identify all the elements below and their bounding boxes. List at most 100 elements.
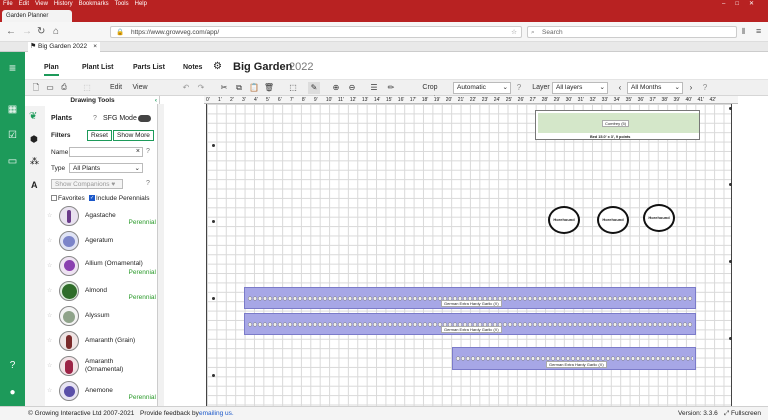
nav-notes[interactable]: Notes (183, 64, 202, 71)
plant-leaf-icon[interactable]: ❦ (29, 111, 37, 122)
plant-list-item[interactable]: ☆ Amaranth (Ornamental) (45, 355, 159, 379)
plant-list-scrollbar[interactable] (157, 104, 164, 406)
companions-help-icon[interactable]: ? (146, 180, 150, 187)
browser-tab[interactable]: Garden Planner (2, 10, 72, 22)
crop-rotation-select[interactable]: Automatic ⌄ (453, 82, 511, 94)
favorite-star-icon[interactable]: ☆ (47, 387, 52, 394)
plan-tab[interactable]: ⚑ Big Garden 2022 × (28, 42, 100, 52)
book-icon[interactable]: ▭ (5, 156, 20, 168)
menu-view[interactable]: View (35, 1, 48, 7)
horehound-plant[interactable]: Horehound (643, 204, 675, 232)
clear-name-icon[interactable]: × (136, 148, 140, 155)
plan-year[interactable]: 2022 (289, 61, 313, 73)
draw-tool-icon[interactable]: ✎ (308, 82, 320, 94)
cut-icon[interactable]: ✂ (218, 82, 230, 94)
horehound-plant[interactable]: Horehound (548, 206, 580, 234)
list-check-icon[interactable]: ☑ (5, 130, 20, 142)
prev-month-icon[interactable]: ‹ (615, 82, 625, 94)
feedback-email-link[interactable]: emailing us. (199, 407, 234, 420)
include-perennials-checkbox[interactable]: ✓ (89, 195, 95, 201)
maximize-icon[interactable]: □ (735, 1, 749, 7)
garlic-row[interactable]: German Extra Hardy Garlic (X) (452, 347, 696, 370)
select-area-icon[interactable]: ⬚ (287, 82, 299, 94)
favorite-star-icon[interactable]: ☆ (47, 287, 52, 294)
garlic-row[interactable]: German Extra Hardy Garlic (X) (244, 287, 696, 309)
hamburger-menu-icon[interactable]: ≡ (756, 26, 761, 36)
back-icon[interactable]: ← (6, 26, 16, 37)
nav-parts-list[interactable]: Parts List (133, 64, 165, 71)
zoom-in-icon[interactable]: ⊕ (330, 82, 342, 94)
minimize-icon[interactable]: – (722, 1, 735, 7)
garlic-row[interactable]: German Extra Hardy Garlic (X) (244, 313, 696, 335)
print-icon[interactable]: ⎙ (58, 82, 70, 94)
plant-list-item[interactable]: ☆ Amaranth (Grain) (45, 330, 159, 354)
redo-icon[interactable]: ↷ (195, 82, 207, 94)
undo-icon[interactable]: ↶ (180, 82, 192, 94)
edit-menu[interactable]: Edit (105, 82, 127, 94)
crop-rotation-help-icon[interactable]: ? (514, 82, 524, 94)
name-help-icon[interactable]: ? (146, 148, 150, 155)
grid-view-icon[interactable]: ▦ (5, 104, 20, 116)
menu-help[interactable]: Help (135, 1, 147, 7)
type-filter-select[interactable]: All Plants ⌄ (69, 163, 143, 173)
menu-history[interactable]: History (54, 1, 73, 7)
favorite-star-icon[interactable]: ☆ (47, 212, 52, 219)
new-file-icon[interactable]: 🗋 (30, 82, 42, 94)
show-more-button[interactable]: Show More (113, 130, 154, 141)
save-disabled-icon[interactable]: ⬚ (81, 82, 93, 94)
reset-filters-button[interactable]: Reset (87, 130, 112, 141)
forward-icon[interactable]: → (22, 26, 32, 37)
next-month-icon[interactable]: › (686, 82, 696, 94)
close-tab-icon[interactable]: × (93, 42, 97, 52)
layer-select[interactable]: All layers ⌄ (552, 82, 608, 94)
favorite-star-icon[interactable]: ☆ (47, 237, 52, 244)
home-icon[interactable]: ⌂ (53, 26, 59, 37)
nav-plant-list[interactable]: Plant List (82, 64, 114, 71)
pen-icon[interactable]: ✏ (385, 82, 397, 94)
favorite-star-icon[interactable]: ☆ (47, 312, 52, 319)
help-icon[interactable]: ? (5, 360, 20, 372)
favorite-star-icon[interactable]: ☆ (47, 262, 52, 269)
reload-icon[interactable]: ↻ (37, 26, 45, 37)
open-folder-icon[interactable]: ▭ (44, 82, 56, 94)
library-icon[interactable]: ⫴ (742, 27, 745, 37)
plant-list-item[interactable]: ☆ Ageratum (45, 230, 159, 254)
menu-edit[interactable]: Edit (19, 1, 29, 7)
fullscreen-button[interactable]: ⤢ Fullscreen (724, 407, 761, 420)
plan-name[interactable]: Big Garden (233, 61, 292, 73)
zoom-out-icon[interactable]: ⊖ (346, 82, 358, 94)
sfg-mode-toggle[interactable] (138, 115, 151, 122)
month-select[interactable]: All Months ⌄ (627, 82, 683, 94)
plant-list-item[interactable]: ☆ Alyssum (45, 305, 159, 329)
favorite-star-icon[interactable]: ☆ (47, 337, 52, 344)
delete-icon[interactable]: 🗑 (263, 82, 275, 94)
garden-canvas[interactable]: Comfrey (5) Bed 15.0' x 3', 9 points Hor… (206, 104, 732, 406)
plant-list-item[interactable]: ☆ Agastache Perennial (45, 205, 159, 229)
show-companions-button[interactable]: Show Companions ♥ (51, 179, 123, 189)
search-bar[interactable]: ⌕ Search (527, 26, 737, 38)
month-help-icon[interactable]: ? (700, 82, 710, 94)
favorites-checkbox[interactable] (51, 195, 57, 201)
shapes-icon[interactable]: ⁂ (30, 156, 39, 167)
nav-plan[interactable]: Plan (44, 64, 59, 76)
sfg-help-icon[interactable]: ? (93, 115, 97, 122)
name-filter-input[interactable]: × (69, 147, 143, 157)
horehound-plant[interactable]: Horehound (597, 206, 629, 234)
url-bar[interactable]: 🔒 https://www.growveg.com/app/ ☆ (110, 26, 522, 38)
settings-gear-icon[interactable]: ⚙ (213, 61, 222, 72)
structures-icon[interactable]: ⬢ (30, 134, 38, 145)
plant-list-item[interactable]: ☆ Allium (Ornamental) Perennial (45, 255, 159, 279)
plant-list-item[interactable]: ☆ Almond Perennial (45, 280, 159, 304)
paste-icon[interactable]: 📋 (248, 82, 260, 94)
comfrey-bed[interactable]: Comfrey (5) Bed 15.0' x 3', 9 points (535, 110, 700, 140)
list-icon[interactable]: ☰ (368, 82, 380, 94)
menu-file[interactable]: File (3, 1, 13, 7)
menu-bookmarks[interactable]: Bookmarks (79, 1, 109, 7)
copy-icon[interactable]: ⧉ (233, 82, 245, 94)
view-menu[interactable]: View (129, 82, 151, 94)
close-window-icon[interactable]: ✕ (749, 1, 764, 7)
plant-list-item[interactable]: ☆ Anemone Perennial (45, 380, 159, 404)
account-icon[interactable]: ● (5, 387, 20, 399)
menu-tools[interactable]: Tools (115, 1, 129, 7)
main-menu-icon[interactable]: ≡ (5, 62, 20, 74)
